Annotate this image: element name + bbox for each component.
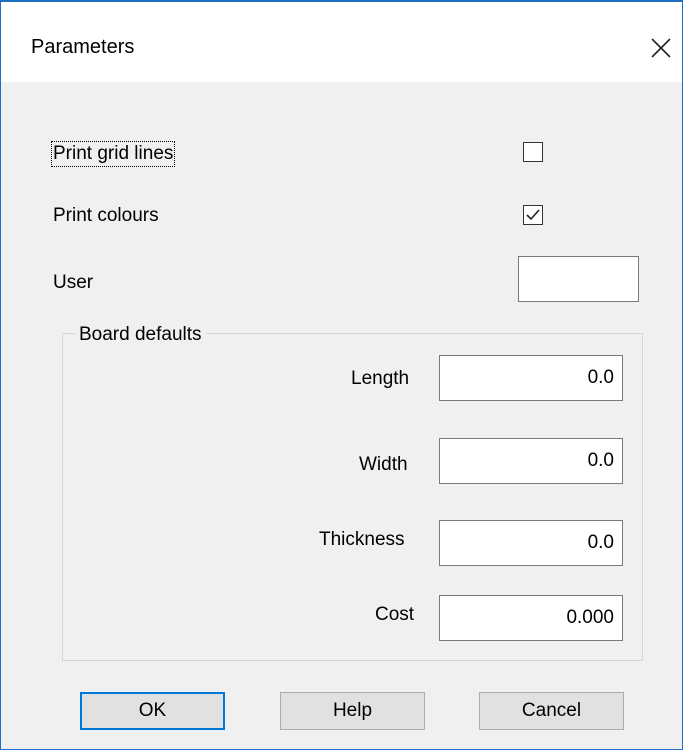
thickness-input[interactable] — [439, 520, 623, 566]
cost-input[interactable] — [439, 595, 623, 641]
user-input[interactable] — [518, 256, 639, 302]
print-grid-lines-label[interactable]: Print grid lines — [50, 141, 176, 167]
print-grid-lines-checkbox[interactable] — [523, 142, 543, 162]
width-input[interactable] — [439, 438, 623, 484]
thickness-label: Thickness — [319, 529, 405, 550]
close-icon — [651, 38, 671, 58]
print-colours-label[interactable]: Print colours — [53, 205, 159, 227]
ok-button[interactable]: OK — [80, 692, 225, 730]
board-defaults-label: Board defaults — [75, 324, 206, 346]
user-label: User — [53, 272, 94, 293]
dialog-title: Parameters — [31, 36, 135, 58]
title-bar: Parameters — [1, 2, 682, 82]
cost-label: Cost — [375, 604, 415, 625]
width-label: Width — [359, 454, 408, 475]
help-button[interactable]: Help — [280, 692, 425, 730]
cancel-button[interactable]: Cancel — [479, 692, 624, 730]
print-colours-checkbox[interactable] — [523, 205, 543, 225]
checkmark-icon — [526, 209, 540, 221]
parameters-dialog: Parameters Print grid lines Print colour… — [0, 0, 683, 750]
close-button[interactable] — [641, 26, 681, 70]
length-input[interactable] — [439, 355, 623, 401]
length-label: Length — [351, 368, 410, 389]
